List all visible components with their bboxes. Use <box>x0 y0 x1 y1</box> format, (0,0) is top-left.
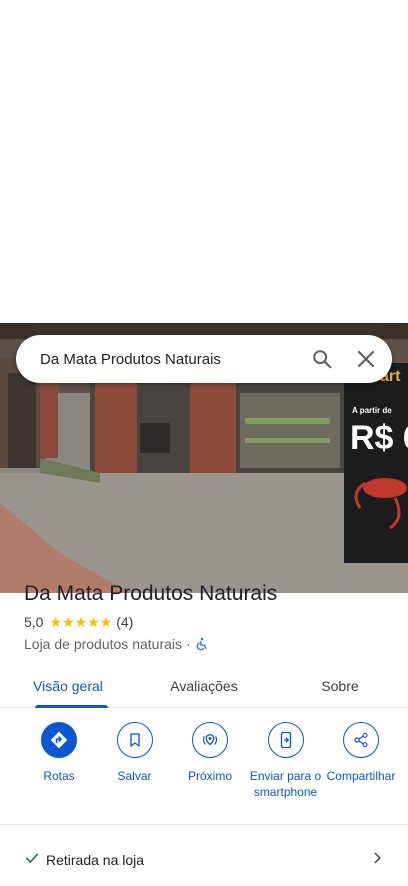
nearby-button[interactable]: Próximo <box>173 722 247 800</box>
separator-dot: · <box>186 636 191 652</box>
share-button[interactable]: Compartilhar <box>324 722 398 800</box>
close-icon[interactable] <box>346 339 386 379</box>
rating-row[interactable]: 5,0 ★★★★★ (4) <box>24 612 394 632</box>
share-label: Compartilhar <box>326 769 396 783</box>
category-row: Loja de produtos naturais · <box>24 634 394 654</box>
directions-label: Rotas <box>43 769 75 783</box>
send-to-phone-label: Enviar para o smartphone <box>249 769 322 799</box>
wheelchair-accessible-icon <box>195 637 209 651</box>
tab-about[interactable]: Sobre <box>272 664 408 707</box>
save-label: Salvar <box>117 769 152 783</box>
nearby-icon[interactable] <box>192 722 228 758</box>
share-icon[interactable] <box>343 722 379 758</box>
bookmark-icon[interactable] <box>116 722 153 758</box>
check-icon <box>24 850 40 871</box>
pickup-label: Retirada na loja <box>46 852 145 868</box>
map-blank-area <box>0 0 408 323</box>
search-input[interactable]: Da Mata Produtos Naturais <box>40 351 302 368</box>
photo-sign-prefix: A partir de <box>352 406 392 415</box>
place-title: Da Mata Produtos Naturais <box>24 582 278 605</box>
nearby-label: Próximo <box>187 769 232 783</box>
save-button[interactable]: Salvar <box>98 722 172 800</box>
tab-reviews[interactable]: Avaliações <box>136 664 272 707</box>
chevron-right-icon[interactable] <box>370 851 384 870</box>
send-to-phone-button[interactable]: Enviar para o smartphone <box>249 722 323 800</box>
directions-icon[interactable] <box>41 722 77 758</box>
place-category: Loja de produtos naturais <box>24 636 182 652</box>
place-info: Da Mata Produtos Naturais 5,0 ★★★★★ (4) … <box>24 580 394 654</box>
star-rating: ★★★★★ <box>49 613 113 630</box>
photo-sign-price: R$ 65 <box>350 419 408 457</box>
send-to-phone-icon[interactable] <box>267 722 304 758</box>
search-icon[interactable] <box>302 339 342 379</box>
review-count: (4) <box>116 614 134 630</box>
directions-button[interactable]: Rotas <box>22 722 96 800</box>
section-divider <box>0 824 408 825</box>
pickup-row[interactable]: Retirada na loja <box>24 848 384 872</box>
place-tabs: Visão geral Avaliações Sobre <box>0 664 408 708</box>
tab-overview[interactable]: Visão geral <box>0 664 136 708</box>
rating-value: 5,0 <box>24 614 44 630</box>
search-box[interactable]: Da Mata Produtos Naturais <box>16 335 392 383</box>
action-buttons: Rotas Salvar Próximo Enviar para o smart… <box>0 722 408 800</box>
